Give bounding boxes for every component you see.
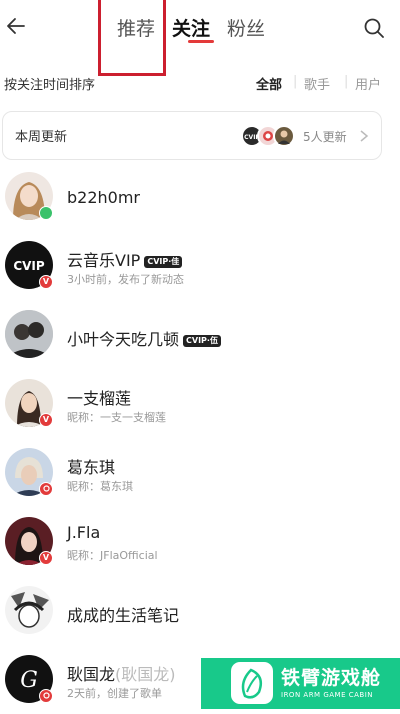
site-watermark: 铁臂游戏舱 IRON ARM GAME CABIN (201, 658, 400, 709)
list-item[interactable]: 成成的生活笔记 (0, 576, 400, 645)
filter-divider: | (293, 74, 298, 89)
online-badge (39, 206, 53, 220)
user-name: 耿国龙(耿国龙) (67, 661, 176, 685)
user-name-text: 小叶今天吃几顿 (67, 330, 180, 349)
user-name: b22h0mr (67, 188, 140, 207)
user-activity: 2天前，创建了歌单 (67, 687, 162, 700)
list-item[interactable]: V 一支榴莲 昵称：一支一支榴莲 (0, 369, 400, 438)
verified-badge: V (39, 275, 53, 289)
tab-following[interactable]: 关注 (172, 16, 210, 42)
weekly-updates-title: 本周更新 (15, 130, 68, 145)
user-nickname: 昵称：一支一支榴莲 (67, 411, 166, 424)
list-item[interactable]: CVIP V 云音乐VIP CVIP·佳 3小时前，发布了新动态 (0, 231, 400, 300)
filter-singer[interactable]: 歌手 (304, 74, 330, 93)
vip-tag: CVIP·伍 (183, 334, 221, 347)
user-name: 成成的生活笔记 (67, 606, 180, 625)
user-name: 云音乐VIP CVIP·佳 (67, 247, 183, 271)
weekly-update-count: 5人更新 (303, 130, 347, 144)
weekly-updates-card[interactable]: 本周更新 CVIP 5人更新 (2, 111, 382, 160)
user-alias: (耿国龙) (115, 665, 176, 684)
highlight-box (98, 0, 166, 76)
watermark-subtitle: IRON ARM GAME CABIN (281, 691, 373, 699)
sort-bar: 按关注时间排序 全部 | 歌手 | 用户 (0, 70, 400, 96)
filter-user[interactable]: 用户 (355, 74, 381, 93)
list-item[interactable]: b22h0mr (0, 162, 400, 231)
list-item[interactable]: V J.Fla 昵称：JFlaOfficial (0, 507, 400, 576)
tab-fans[interactable]: 粉丝 (227, 16, 265, 42)
vip-tag: CVIP·佳 (144, 255, 183, 268)
user-name: 葛东琪 (67, 458, 116, 477)
user-name-text: 云音乐VIP (67, 251, 141, 270)
user-name: 小叶今天吃几顿 CVIP·伍 (67, 326, 221, 350)
verified-badge: V (39, 413, 53, 427)
user-activity: 3小时前，发布了新动态 (67, 273, 184, 286)
svg-text:G: G (20, 668, 38, 693)
watermark-logo-icon (231, 662, 273, 704)
active-tab-indicator (188, 40, 214, 43)
user-nickname: 昵称：葛东琪 (67, 480, 133, 493)
sort-label[interactable]: 按关注时间排序 (4, 74, 95, 93)
update-avatar (273, 125, 295, 147)
top-nav: 推荐 关注 粉丝 (0, 0, 400, 60)
watermark-title: 铁臂游戏舱 (281, 667, 382, 689)
verified-badge: V (39, 551, 53, 565)
following-list: b22h0mr CVIP V 云音乐VIP CVIP·佳 3小时前，发布了新动态 … (0, 162, 400, 714)
musician-badge (39, 482, 53, 496)
user-nickname: 昵称：JFlaOfficial (67, 549, 158, 562)
user-name: 一支榴莲 (67, 389, 132, 408)
search-icon[interactable] (362, 16, 386, 40)
chevron-right-icon (360, 130, 369, 142)
musician-badge (39, 689, 53, 703)
user-name: J.Fla (67, 523, 101, 542)
avatar[interactable] (5, 586, 53, 634)
list-item[interactable]: 葛东琪 昵称：葛东琪 (0, 438, 400, 507)
filter-divider: | (344, 74, 349, 89)
avatar[interactable] (5, 310, 53, 358)
filter-all[interactable]: 全部 (256, 74, 282, 93)
svg-text:CVIP: CVIP (13, 259, 45, 273)
user-name-text: 耿国龙 (67, 665, 116, 684)
list-item[interactable]: 小叶今天吃几顿 CVIP·伍 (0, 300, 400, 369)
back-arrow-icon[interactable] (4, 14, 28, 38)
